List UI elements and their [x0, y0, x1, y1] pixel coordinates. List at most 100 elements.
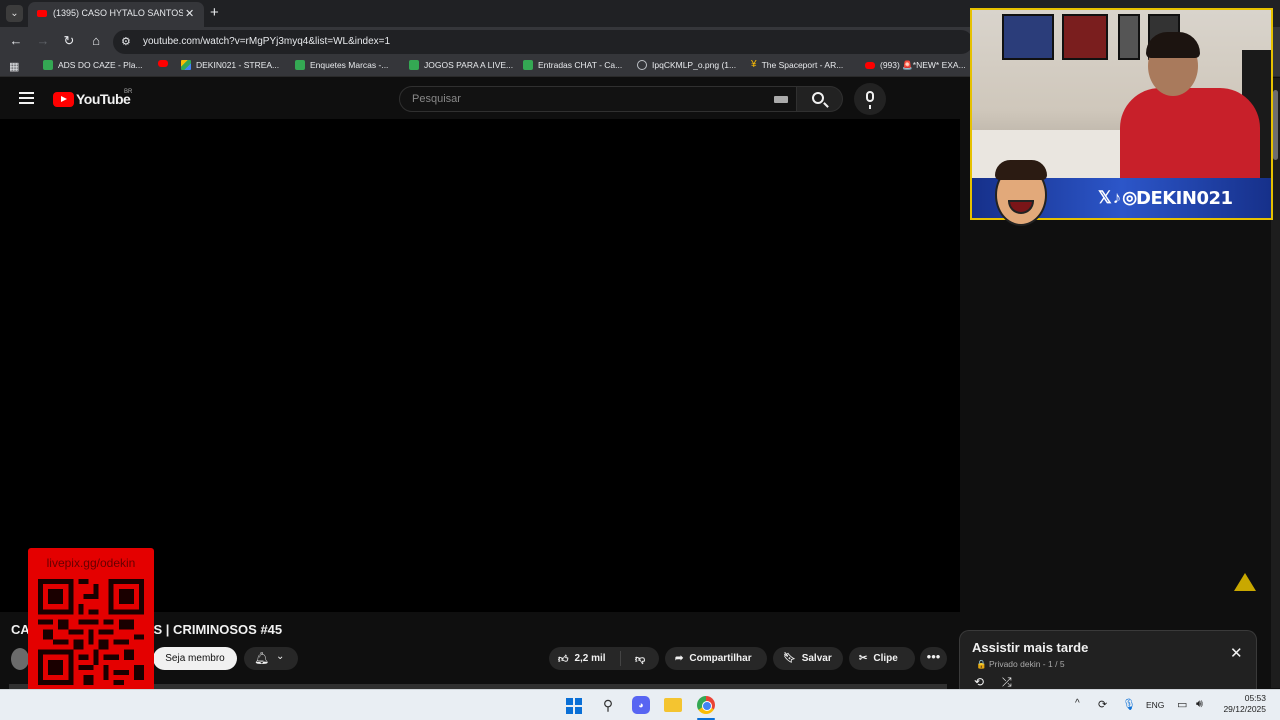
- folder-icon[interactable]: [664, 698, 682, 712]
- loop-icon[interactable]: ⟲: [974, 675, 984, 689]
- bookmark-label: ADS DO CAZE - Pla...: [58, 60, 143, 70]
- search-button[interactable]: [797, 86, 843, 112]
- social-icons: 𝕏♪◎: [1098, 188, 1139, 207]
- sync-icon[interactable]: ⟳: [1098, 698, 1107, 711]
- clock-time: 05:53: [1244, 693, 1266, 703]
- join-button[interactable]: Seja membro: [153, 647, 237, 670]
- wall-poster: [1062, 14, 1108, 60]
- like-dislike-group: 👍︎ 2,2 mil 👎︎: [549, 647, 659, 670]
- bookmark-item[interactable]: ¥ The Spaceport - AR...: [751, 60, 844, 71]
- network-icon[interactable]: ▭: [1177, 698, 1187, 711]
- save-button[interactable]: 🔖︎ Salvar: [773, 647, 843, 670]
- bookmark-label: JOGOS PARA A LIVE...: [424, 60, 514, 70]
- volume-icon[interactable]: 🔊︎: [1196, 698, 1203, 711]
- drive-icon: [181, 60, 191, 70]
- hamburger-icon[interactable]: [19, 92, 34, 107]
- sheets-icon: [409, 60, 419, 70]
- search-icon: [812, 92, 824, 104]
- qr-code: [38, 579, 144, 685]
- youtube-icon: [158, 60, 168, 67]
- bookmark-item[interactable]: JOGOS PARA A LIVE...: [409, 60, 513, 70]
- mic-icon: [866, 91, 874, 109]
- streamer-handle: DEKIN021: [1136, 188, 1233, 209]
- bell-icon: 🔔︎: [254, 651, 270, 665]
- join-label: Seja membro: [165, 653, 225, 664]
- chrome-icon[interactable]: [697, 696, 715, 714]
- sheets-icon: [523, 60, 533, 70]
- tab-search-menu-icon[interactable]: ⌄: [6, 5, 23, 22]
- forward-icon[interactable]: →: [35, 33, 51, 48]
- clip-button[interactable]: ✂ Clipe: [849, 647, 915, 670]
- home-icon[interactable]: ⌂: [88, 33, 104, 48]
- streamer-hair: [1146, 32, 1200, 58]
- close-icon[interactable]: ✕: [1230, 644, 1243, 662]
- share-label: Compartilhar: [689, 653, 752, 664]
- language-indicator[interactable]: ENG: [1146, 700, 1164, 710]
- tray-chevron-up-icon[interactable]: ^: [1075, 698, 1080, 709]
- playlist-meta: 🔒 Privado dekin - 1 / 5: [976, 659, 1065, 669]
- browser-tab-active[interactable]: (1395) CASO HYTALO SANTOS ✕: [28, 2, 204, 27]
- new-tab-button[interactable]: +: [210, 4, 219, 21]
- scrollbar-thumb[interactable]: [1273, 90, 1278, 160]
- voice-search-button[interactable]: [854, 83, 886, 115]
- mascot-avatar: [991, 158, 1051, 228]
- share-button[interactable]: ➦ Compartilhar: [665, 647, 767, 670]
- windows-start-icon[interactable]: [566, 698, 582, 714]
- channel-avatar[interactable]: [11, 648, 29, 670]
- tab-close-icon[interactable]: ✕: [185, 7, 194, 20]
- save-label: Salvar: [801, 653, 832, 664]
- warning-triangle-icon: [1234, 573, 1256, 591]
- region-code: BR: [124, 89, 133, 95]
- clip-label: Clipe: [873, 653, 898, 664]
- site-info-icon[interactable]: ⚙: [121, 35, 131, 48]
- bookmark-item[interactable]: [158, 60, 173, 67]
- save-icon: 🔖︎: [783, 653, 796, 664]
- address-bar[interactable]: ⚙ youtube.com/watch?v=rMgPYj3myq4&list=W…: [113, 30, 973, 54]
- playlist-title[interactable]: Assistir mais tarde: [972, 640, 1088, 655]
- video-player[interactable]: [0, 119, 960, 612]
- playlist-panel: Assistir mais tarde 🔒 Privado dekin - 1 …: [959, 630, 1257, 690]
- like-count: 2,2 mil: [574, 653, 606, 664]
- dislike-icon: 👎︎: [635, 653, 646, 665]
- sheets-icon: [43, 60, 53, 70]
- bookmark-item[interactable]: ADS DO CAZE - Pla...: [43, 60, 143, 70]
- search-input[interactable]: Pesquisar: [399, 86, 797, 112]
- webcam-background: [972, 10, 1271, 183]
- reload-icon[interactable]: ↻: [61, 33, 77, 49]
- shuffle-icon[interactable]: ⤮: [1002, 675, 1012, 690]
- bookmark-item[interactable]: DEKIN021 - STREA...: [181, 60, 279, 70]
- globe-icon: [637, 60, 647, 70]
- url-text[interactable]: youtube.com/watch?v=rMgPYj3myq4&list=WL&…: [143, 36, 390, 47]
- search-placeholder: Pesquisar: [412, 93, 461, 105]
- bookmark-label: Enquetes Marcas -...: [310, 60, 389, 70]
- bookmark-item[interactable]: Enquetes Marcas -...: [295, 60, 388, 70]
- streamer: [1120, 26, 1260, 183]
- bookmark-item[interactable]: IpqCKMLP_o.png (1...: [637, 60, 736, 70]
- bookmark-label: Entradas CHAT - Ca...: [538, 60, 623, 70]
- youtube-logo-icon[interactable]: [53, 92, 74, 107]
- like-icon: 👍︎: [558, 653, 569, 665]
- taskbar-search-icon[interactable]: ⚲: [599, 696, 617, 714]
- scissors-icon: ✂: [859, 653, 868, 664]
- more-actions-button[interactable]: •••: [920, 647, 947, 670]
- tab-title: (1395) CASO HYTALO SANTOS: [53, 8, 183, 18]
- subscription-bell-button[interactable]: 🔔︎ ⌄: [244, 647, 298, 670]
- keyboard-icon[interactable]: [774, 96, 788, 103]
- qr-label: livepix.gg/odekin: [46, 556, 136, 570]
- youtube-icon: [865, 62, 875, 69]
- dislike-button[interactable]: 👎︎: [627, 653, 645, 665]
- youtube-logo-text[interactable]: YouTube: [76, 91, 131, 107]
- clock[interactable]: 05:53 29/12/2025: [1214, 693, 1266, 715]
- streamer-body: [1120, 88, 1260, 183]
- apps-icon[interactable]: ▦: [9, 60, 19, 73]
- tray-mic-icon[interactable]: 🎙︎: [1122, 698, 1136, 711]
- bookmark-item[interactable]: (993) 🚨*NEW* EXA...: [865, 60, 966, 71]
- like-button[interactable]: 👍︎ 2,2 mil: [549, 651, 621, 666]
- bookmark-label: (993) 🚨*NEW* EXA...: [880, 60, 966, 70]
- bookmark-label: DEKIN021 - STREA...: [196, 60, 280, 70]
- bookmark-label: The Spaceport - AR...: [761, 60, 844, 70]
- windows-taskbar: ⚲ ◕ ^ ⟳ 🎙︎ ENG ▭ 🔊︎ 05:53 29/12/2025: [0, 689, 1280, 720]
- discord-icon[interactable]: ◕: [632, 696, 650, 714]
- bookmark-item[interactable]: Entradas CHAT - Ca...: [523, 60, 622, 70]
- back-icon[interactable]: ←: [8, 33, 24, 48]
